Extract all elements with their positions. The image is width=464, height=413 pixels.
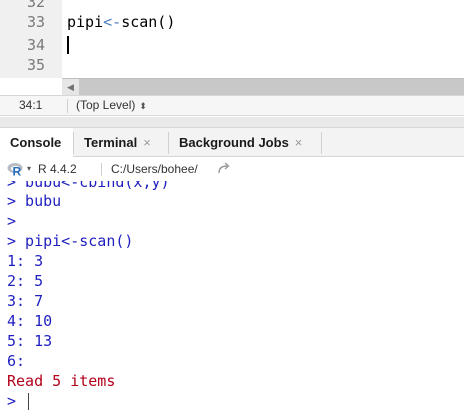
tab-console[interactable]: Console: [0, 128, 73, 157]
console-line: 2: 5: [7, 272, 44, 290]
line-number: 32: [26, 0, 45, 11]
console-line: > pipi<-scan(): [7, 232, 134, 250]
editor-line-34[interactable]: 34: [0, 35, 464, 55]
status-divider: [67, 99, 68, 113]
editor-line-35[interactable]: 35: [0, 55, 464, 75]
code-call: scan(): [121, 13, 176, 31]
line-number: 35: [26, 56, 45, 74]
tab-label: Background Jobs: [179, 135, 289, 150]
tab-divider: [321, 132, 322, 154]
scroll-left-arrow-icon[interactable]: ◀: [62, 79, 79, 95]
updown-arrow-icon: ⬍: [139, 101, 147, 111]
console-line: 6:: [7, 352, 35, 370]
tab-label: Console: [10, 135, 62, 150]
horizontal-scrollbar[interactable]: ◀: [62, 78, 464, 95]
tab-label: Terminal: [84, 135, 138, 150]
line-number: 33: [26, 13, 45, 31]
chevron-down-icon[interactable]: ▾: [27, 157, 31, 181]
console-text-cursor: [28, 393, 29, 410]
editor-line-32: 32: [0, 0, 464, 12]
console-line: > bubu: [7, 192, 62, 210]
working-directory: C:/Users/bohee/: [111, 162, 198, 176]
close-icon[interactable]: ×: [143, 135, 151, 150]
r-logo-icon[interactable]: R: [7, 161, 25, 177]
r-logo-letter: R: [13, 165, 22, 178]
console-tab-bar: Console Terminal × Background Jobs ×: [0, 127, 464, 157]
pane-splitter[interactable]: [0, 117, 464, 127]
toolbar-divider: [101, 163, 102, 176]
tab-terminal[interactable]: Terminal ×: [74, 128, 168, 157]
console-toolbar: R ▾ R 4.4.2 C:/Users/bohee/: [0, 157, 464, 181]
console-prompt[interactable]: >: [7, 391, 25, 411]
console-output[interactable]: > bubu<-cbind(x,y) > bubu > > pipi<-scan…: [0, 181, 464, 413]
code-identifier: pipi: [67, 13, 104, 31]
console-message: Read 5 items: [7, 372, 116, 390]
tab-background-jobs[interactable]: Background Jobs ×: [169, 128, 321, 157]
go-to-directory-icon[interactable]: [216, 161, 232, 177]
console-line: 1: 3: [7, 252, 44, 270]
editor-status-bar: 34:1 (Top Level) ⬍: [0, 96, 464, 116]
console-line: 4: 10: [7, 312, 53, 330]
console-line: >: [7, 212, 17, 230]
editor-text-cursor: [67, 36, 69, 54]
code-assign-operator: <-: [103, 13, 122, 31]
editor-line-33[interactable]: 33 pipi<-scan(): [0, 12, 464, 32]
scope-selector[interactable]: (Top Level) ⬍: [76, 96, 147, 116]
console-line: 3: 7: [7, 292, 44, 310]
cursor-position: 34:1: [19, 98, 43, 112]
source-editor[interactable]: 32 33 pipi<-scan() 34 35 ◀: [0, 0, 464, 96]
code-text[interactable]: pipi<-scan(): [67, 12, 175, 32]
console-line: 5: 13: [7, 332, 53, 350]
r-version-label: R 4.4.2: [38, 162, 77, 176]
scope-label: (Top Level): [76, 98, 136, 112]
close-icon[interactable]: ×: [295, 135, 303, 150]
line-number: 34: [26, 36, 45, 54]
